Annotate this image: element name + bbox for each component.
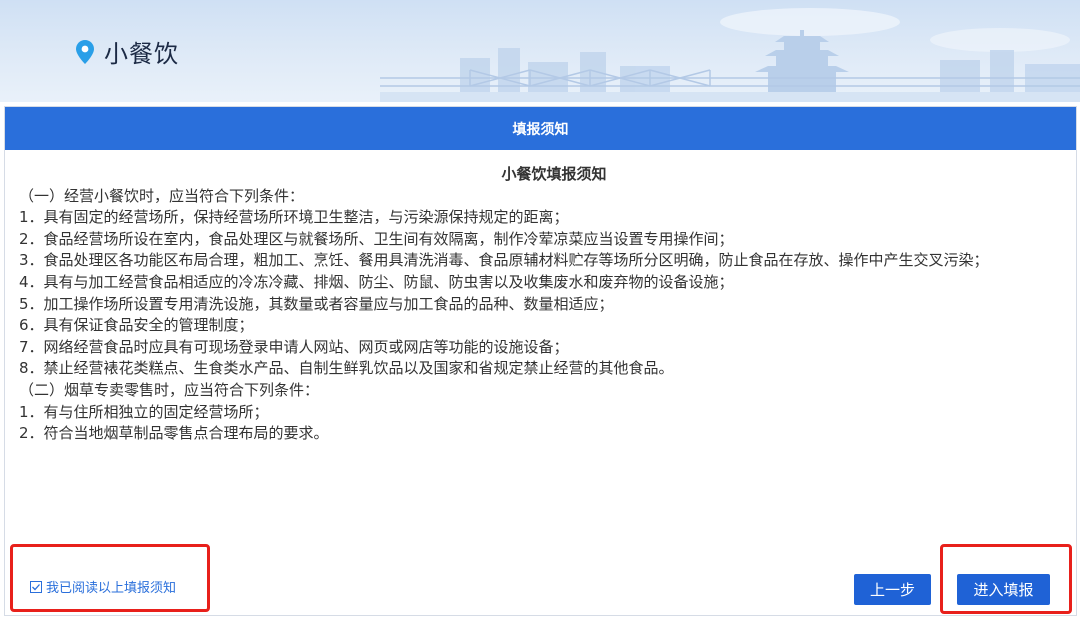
- checkbox-icon[interactable]: [30, 580, 42, 593]
- notice-line: 2．符合当地烟草制品零售点合理布局的要求。: [19, 424, 329, 443]
- notice-line: 3．食品处理区各功能区布局合理，粗加工、烹饪、餐用具清洗消毒、食品原辅材料贮存等…: [19, 251, 989, 270]
- panel-heading: 填报须知: [5, 107, 1076, 150]
- enter-form-button[interactable]: 进入填报: [957, 574, 1050, 605]
- location-pin-icon: [76, 39, 94, 64]
- notice-line: 4．具有与加工经营食品相适应的冷冻冷藏、排烟、防尘、防鼠、防虫害以及收集废水和废…: [19, 272, 734, 291]
- app-title: 小餐饮: [76, 34, 179, 69]
- city-skyline-illustration: [380, 8, 1080, 102]
- notice-title: 小餐饮填报须知: [501, 165, 607, 183]
- notice-panel: 填报须知 小餐饮填报须知 （一）经营小餐饮时，应当符合下列条件： 1．具有固定的…: [4, 106, 1077, 616]
- notice-line: 2．食品经营场所设在室内，食品处理区与就餐场所、卫生间有效隔离，制作冷荤凉菜应当…: [19, 229, 734, 248]
- notice-line: 6．具有保证食品安全的管理制度；: [19, 316, 254, 335]
- notice-line: 5．加工操作场所设置专用清洗设施，其数量或者容量应与加工食品的品种、数量相适应；: [19, 294, 614, 313]
- notice-line: （二）烟草专卖零售时，应当符合下列条件：: [19, 380, 320, 399]
- notice-line: 7．网络经营食品时应具有可现场登录申请人网站、网页或网店等功能的设施设备；: [19, 337, 569, 356]
- notice-line: 1．有与住所相独立的固定经营场所；: [19, 402, 269, 421]
- notice-line: 1．具有固定的经营场所，保持经营场所环境卫生整洁，与污染源保持规定的距离；: [19, 208, 569, 227]
- agree-checkbox[interactable]: 我已阅读以上填报须知: [30, 577, 176, 596]
- notice-line: 8．禁止经营裱花类糕点、生食类水产品、自制生鲜乳饮品以及国家和省规定禁止经营的其…: [19, 359, 674, 378]
- agree-label[interactable]: 我已阅读以上填报须知: [46, 577, 176, 596]
- page-title: 小餐饮: [104, 40, 179, 68]
- header-banner: 小餐饮: [0, 0, 1080, 102]
- notice-line: （一）经营小餐饮时，应当符合下列条件：: [19, 186, 305, 205]
- notice-content: 小餐饮填报须知 （一）经营小餐饮时，应当符合下列条件： 1．具有固定的经营场所，…: [5, 150, 1049, 445]
- previous-step-button[interactable]: 上一步: [854, 574, 931, 605]
